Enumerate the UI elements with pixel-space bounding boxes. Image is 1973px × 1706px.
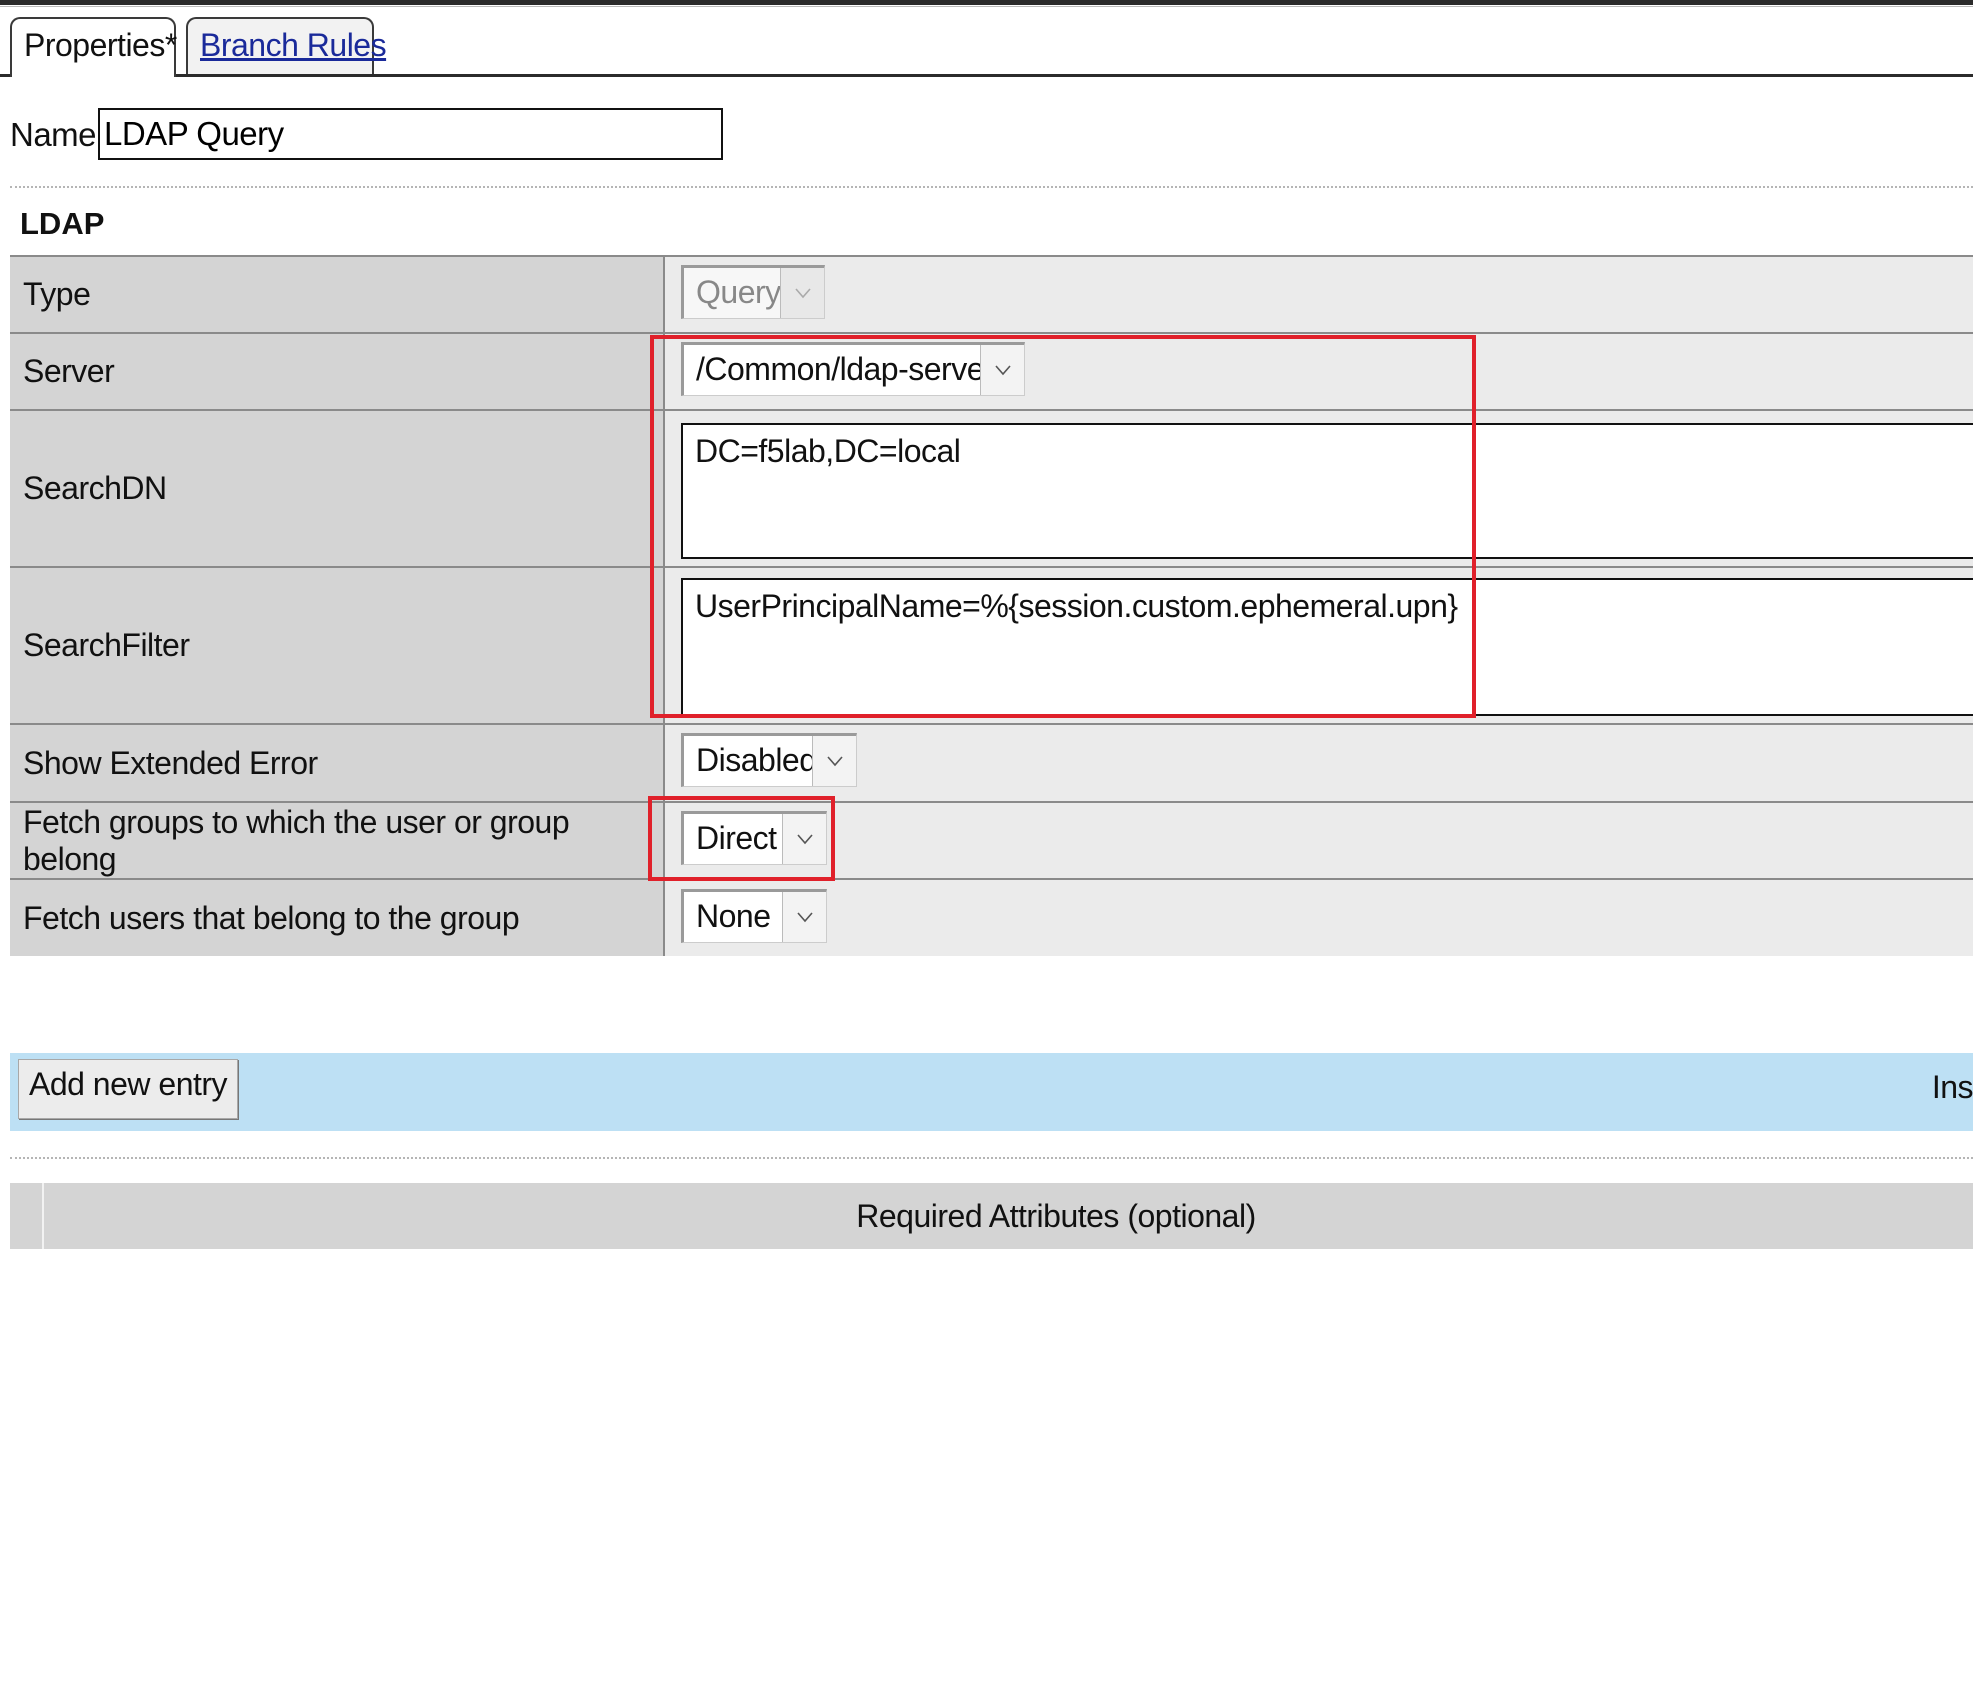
chevron-down-icon [780, 268, 824, 318]
searchdn-label: SearchDN [10, 411, 665, 566]
required-attributes-header: Required Attributes (optional) [10, 1183, 1973, 1249]
searchfilter-textarea[interactable]: UserPrincipalName=%{session.custom.ephem… [681, 578, 1973, 716]
row-type: Type Query [10, 255, 1973, 332]
show-extended-error-select-value: Disabled [696, 742, 817, 778]
searchfilter-value-cell: UserPrincipalName=%{session.custom.ephem… [665, 568, 1973, 723]
row-show-extended-error: Show Extended Error Disabled [10, 723, 1973, 801]
tab-properties[interactable]: Properties* [10, 17, 177, 77]
name-input[interactable] [98, 108, 723, 160]
row-server: Server /Common/ldap-servers [10, 332, 1973, 409]
chevron-down-icon[interactable] [812, 736, 856, 786]
section-title: LDAP [20, 206, 105, 241]
show-extended-error-label: Show Extended Error [10, 725, 665, 801]
chevron-down-icon[interactable] [782, 892, 826, 942]
insert-label[interactable]: Ins [1932, 1069, 1973, 1106]
row-searchdn: SearchDN DC=f5lab,DC=local [10, 409, 1973, 566]
type-select: Query [681, 265, 825, 319]
fetch-groups-select[interactable]: Direct [681, 811, 827, 865]
row-fetch-users: Fetch users that belong to the group Non… [10, 878, 1973, 956]
tab-properties-label: Properties* [24, 27, 177, 63]
row-fetch-groups: Fetch groups to which the user or group … [10, 801, 1973, 878]
fetch-users-select-value: None [696, 898, 771, 934]
fetch-groups-label: Fetch groups to which the user or group … [10, 803, 665, 878]
tab-branch-rules-link[interactable]: Branch Rules [200, 27, 387, 63]
server-label: Server [10, 334, 665, 409]
server-select-value: /Common/ldap-servers [696, 351, 1010, 387]
server-select[interactable]: /Common/ldap-servers [681, 342, 1025, 396]
window-top-border [0, 0, 1973, 5]
show-extended-error-select[interactable]: Disabled [681, 733, 857, 787]
fetch-groups-value-cell: Direct [665, 803, 1973, 878]
fetch-users-value-cell: None [665, 880, 1973, 956]
entry-toolbar: Add new entry Ins [10, 1053, 1973, 1131]
type-label: Type [10, 257, 665, 332]
section-divider [10, 186, 1973, 188]
type-value-cell: Query [665, 257, 1973, 332]
fetch-users-select[interactable]: None [681, 889, 827, 943]
tab-branch-rules[interactable]: Branch Rules [186, 17, 387, 75]
chevron-down-icon[interactable] [980, 345, 1024, 395]
row-searchfilter: SearchFilter UserPrincipalName=%{session… [10, 566, 1973, 723]
chevron-down-icon[interactable] [782, 814, 826, 864]
required-attributes-title: Required Attributes (optional) [856, 1198, 1256, 1234]
tab-bar-border [0, 74, 1973, 77]
name-label: Name: [10, 116, 105, 153]
show-extended-error-value-cell: Disabled [665, 725, 1973, 801]
fetch-groups-select-value: Direct [696, 820, 777, 856]
server-value-cell: /Common/ldap-servers [665, 334, 1973, 409]
window-top-divider [0, 6, 1973, 7]
searchdn-textarea[interactable]: DC=f5lab,DC=local [681, 423, 1973, 559]
attributes-divider [10, 1157, 1973, 1159]
searchfilter-label: SearchFilter [10, 568, 665, 723]
fetch-users-label: Fetch users that belong to the group [10, 880, 665, 956]
type-select-value: Query [696, 274, 781, 310]
add-new-entry-button[interactable]: Add new entry [18, 1059, 238, 1119]
searchdn-value-cell: DC=f5lab,DC=local [665, 411, 1973, 566]
